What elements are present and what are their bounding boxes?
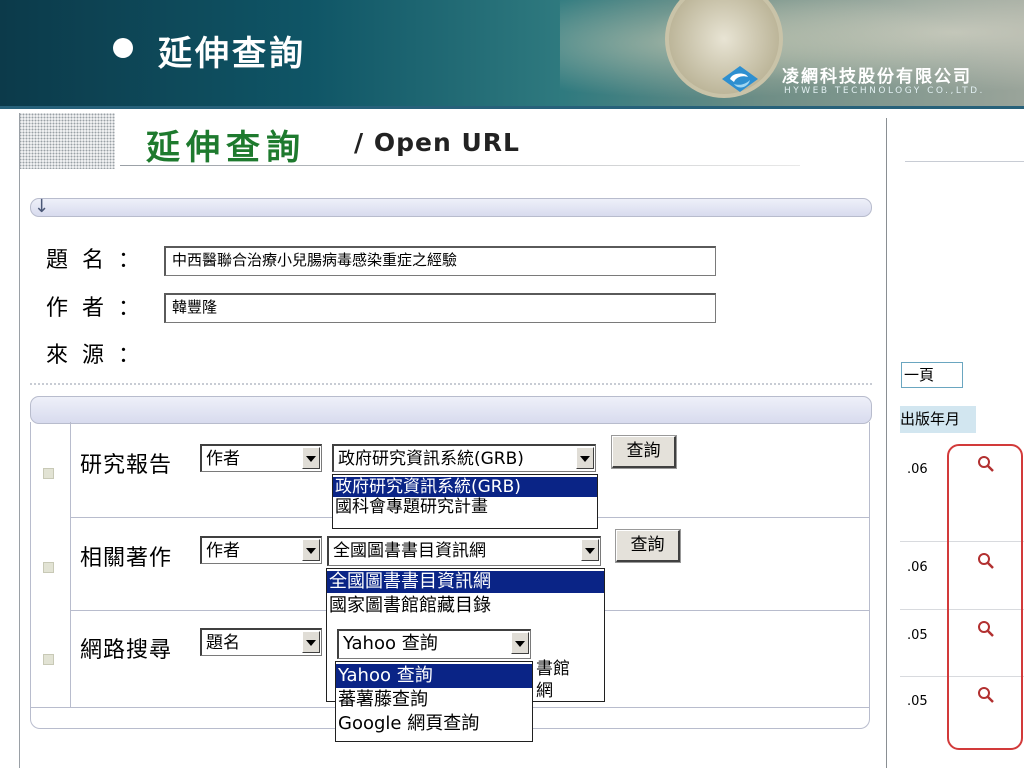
chevron-down-icon[interactable] [576, 447, 594, 469]
title-bullet-icon [113, 38, 133, 58]
dropdown-option[interactable]: 國家圖書館館藏目錄 [327, 593, 604, 619]
chevron-down-icon[interactable] [302, 447, 320, 469]
company-name-en: HYWEB TECHNOLOGY CO.,LTD. [784, 86, 985, 96]
page-title: 延伸查詢 [146, 128, 306, 168]
author-field[interactable]: 韓豐隆 [164, 293, 716, 323]
field-source-row: 來源： [46, 343, 141, 368]
left-frame-line [19, 113, 20, 768]
frame-divider [886, 118, 887, 768]
banner-title: 延伸查詢 [158, 34, 306, 74]
field-label: 來源 [46, 343, 119, 368]
field-label: 題名 [46, 248, 119, 273]
date-cell: .05 [907, 694, 928, 709]
dropdown-option[interactable]: Google 網頁查詢 [336, 712, 532, 736]
right-panel-line [905, 161, 1024, 162]
source-select-related[interactable]: 全國圖書書目資訊網 [327, 536, 601, 566]
square-bullet-icon [43, 562, 54, 573]
search-button-related[interactable]: 查詢 [615, 529, 681, 563]
arrow-down-icon[interactable]: ↓ [34, 196, 49, 217]
dropdown-option[interactable]: Yahoo 查詢 [336, 664, 532, 688]
corner-pattern [19, 113, 115, 169]
title-underline [120, 165, 800, 166]
chevron-down-icon[interactable] [581, 539, 599, 561]
record-section-bar [30, 198, 872, 217]
chevron-down-icon[interactable] [302, 539, 320, 561]
partial-option: 網 [536, 676, 553, 701]
dropdown-list-web: Yahoo 查詢 蕃薯藤查詢 Google 網頁查詢 [335, 661, 533, 742]
row-label-related: 相關著作 [80, 546, 173, 571]
field-title-row: 題名： [46, 248, 141, 273]
field-select-web[interactable]: 題名 [200, 628, 322, 656]
dropdown-option[interactable]: 蕃薯藤查詢 [336, 688, 532, 712]
search-button-research[interactable]: 查詢 [611, 435, 677, 469]
company-name-zh: 凌網科技股份有限公司 [782, 67, 972, 87]
chevron-down-icon[interactable] [302, 631, 320, 653]
row-label-research: 研究報告 [80, 453, 173, 478]
square-bullet-icon [43, 468, 54, 479]
field-select-research[interactable]: 作者 [200, 444, 322, 472]
company-logo-icon [722, 66, 758, 92]
row-label-web: 網路搜尋 [80, 638, 173, 663]
dropdown-list-research: 政府研究資訊系統(GRB) 國科會專題研究計畫 [332, 474, 598, 529]
dotted-separator [30, 383, 872, 385]
column-header-date: 出版年月 [900, 406, 976, 433]
banner-bottom-line [0, 106, 1024, 109]
date-cell: .05 [907, 628, 928, 643]
field-author-row: 作者： [46, 296, 141, 321]
title-field[interactable]: 中西醫聯合治療小兒腸病毒感染重症之經驗 [164, 246, 716, 276]
date-cell: .06 [907, 560, 928, 575]
dropdown-option[interactable]: 全國圖書書目資訊網 [327, 571, 604, 593]
dropdown-option[interactable]: 政府研究資訊系統(GRB) [333, 477, 597, 497]
source-select-research[interactable]: 政府研究資訊系統(GRB) [332, 444, 596, 472]
highlight-frame [947, 444, 1023, 750]
field-label: 作者 [46, 296, 119, 321]
source-select-web[interactable]: Yahoo 查詢 [337, 629, 531, 659]
chevron-down-icon[interactable] [511, 632, 529, 654]
date-cell: .06 [907, 462, 928, 477]
search-section-bar [30, 396, 872, 424]
square-bullet-icon [43, 654, 54, 665]
field-select-related[interactable]: 作者 [200, 536, 322, 564]
dropdown-option[interactable]: 國科會專題研究計畫 [333, 497, 597, 517]
page-subtitle: / Open URL [354, 128, 520, 157]
prev-page-button[interactable]: 一頁 [901, 362, 963, 388]
column-separator [70, 422, 71, 707]
